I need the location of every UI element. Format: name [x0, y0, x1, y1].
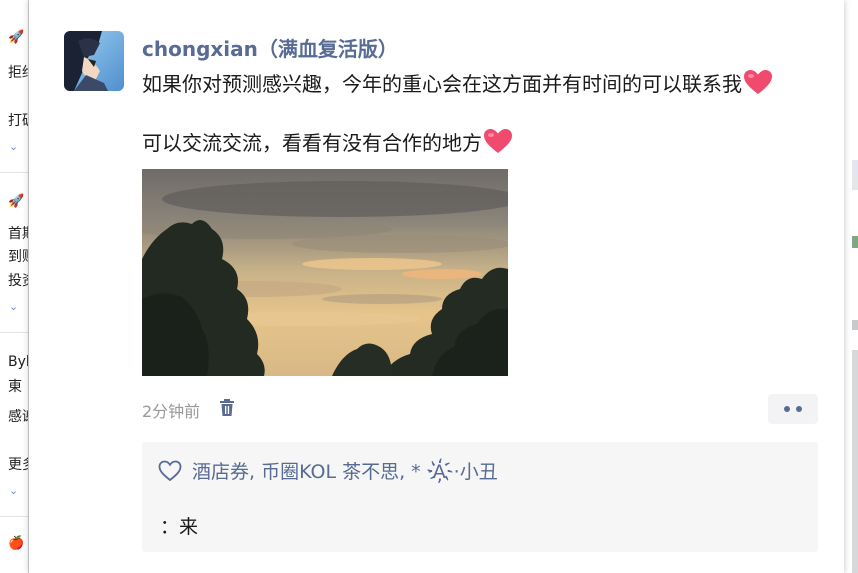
chevron-down-icon[interactable]: ⌄: [9, 300, 18, 313]
bg-fragment: 到账: [8, 249, 28, 265]
background-right-edge: [844, 0, 858, 573]
post-photo[interactable]: [142, 169, 508, 376]
moment-detail-card: chongxian（满血复活版） 如果你对预测感兴趣，今年的重心会在这方面并有时…: [29, 0, 844, 573]
username[interactable]: chongxian（满血复活版）: [142, 33, 398, 62]
post-text-line: 可以交流交流，看看有没有合作的地方: [142, 128, 513, 161]
rocket-icon: 🚀: [8, 30, 25, 45]
bg-fragment: 感谢: [8, 409, 28, 425]
trash-icon[interactable]: [218, 399, 236, 417]
interactions-panel: 酒店券, 币圈KOL 茶不思, * ·A҉·小丑 ：来: [142, 442, 818, 552]
heart-emoji-icon: [483, 128, 513, 161]
avatar[interactable]: [64, 31, 124, 91]
bg-fragment: 更多: [8, 457, 28, 473]
post-time: 2分钟前: [142, 402, 201, 421]
heart-emoji-icon: [743, 69, 773, 102]
divider: [0, 516, 28, 517]
chevron-down-icon[interactable]: ⌄: [9, 140, 18, 153]
apple-icon: 🍎: [8, 536, 25, 551]
divider: [0, 172, 28, 173]
likes-row: 酒店券, 币圈KOL 茶不思, * ·A҉·小丑: [158, 457, 498, 484]
heart-outline-icon[interactable]: [158, 460, 182, 482]
comment: ：来: [160, 516, 199, 538]
bg-fragment: 東: [8, 379, 22, 395]
bg-fragment: 打破: [8, 113, 28, 129]
rocket-icon: 🚀: [8, 194, 25, 209]
bg-fragment: 首期: [8, 226, 28, 242]
post-text-line: 如果你对预测感兴趣，今年的重心会在这方面并有时间的可以联系我: [142, 69, 773, 102]
bg-fragment: 拒绝: [8, 65, 28, 81]
background-left-column: 🚀 拒绝 打破 ⌄ 🚀 首期 到账 投资 ⌄ Byb 東 感谢 更多 ⌄ 🍎: [0, 0, 29, 573]
likes-list[interactable]: 酒店券, 币圈KOL 茶不思, * ·A҉·小丑: [192, 457, 498, 484]
chevron-down-icon[interactable]: ⌄: [9, 484, 18, 497]
bg-fragment: Byb: [8, 354, 28, 370]
bg-fragment: 投资: [8, 273, 28, 289]
more-dots-icon[interactable]: [768, 394, 818, 424]
divider: [0, 332, 28, 333]
